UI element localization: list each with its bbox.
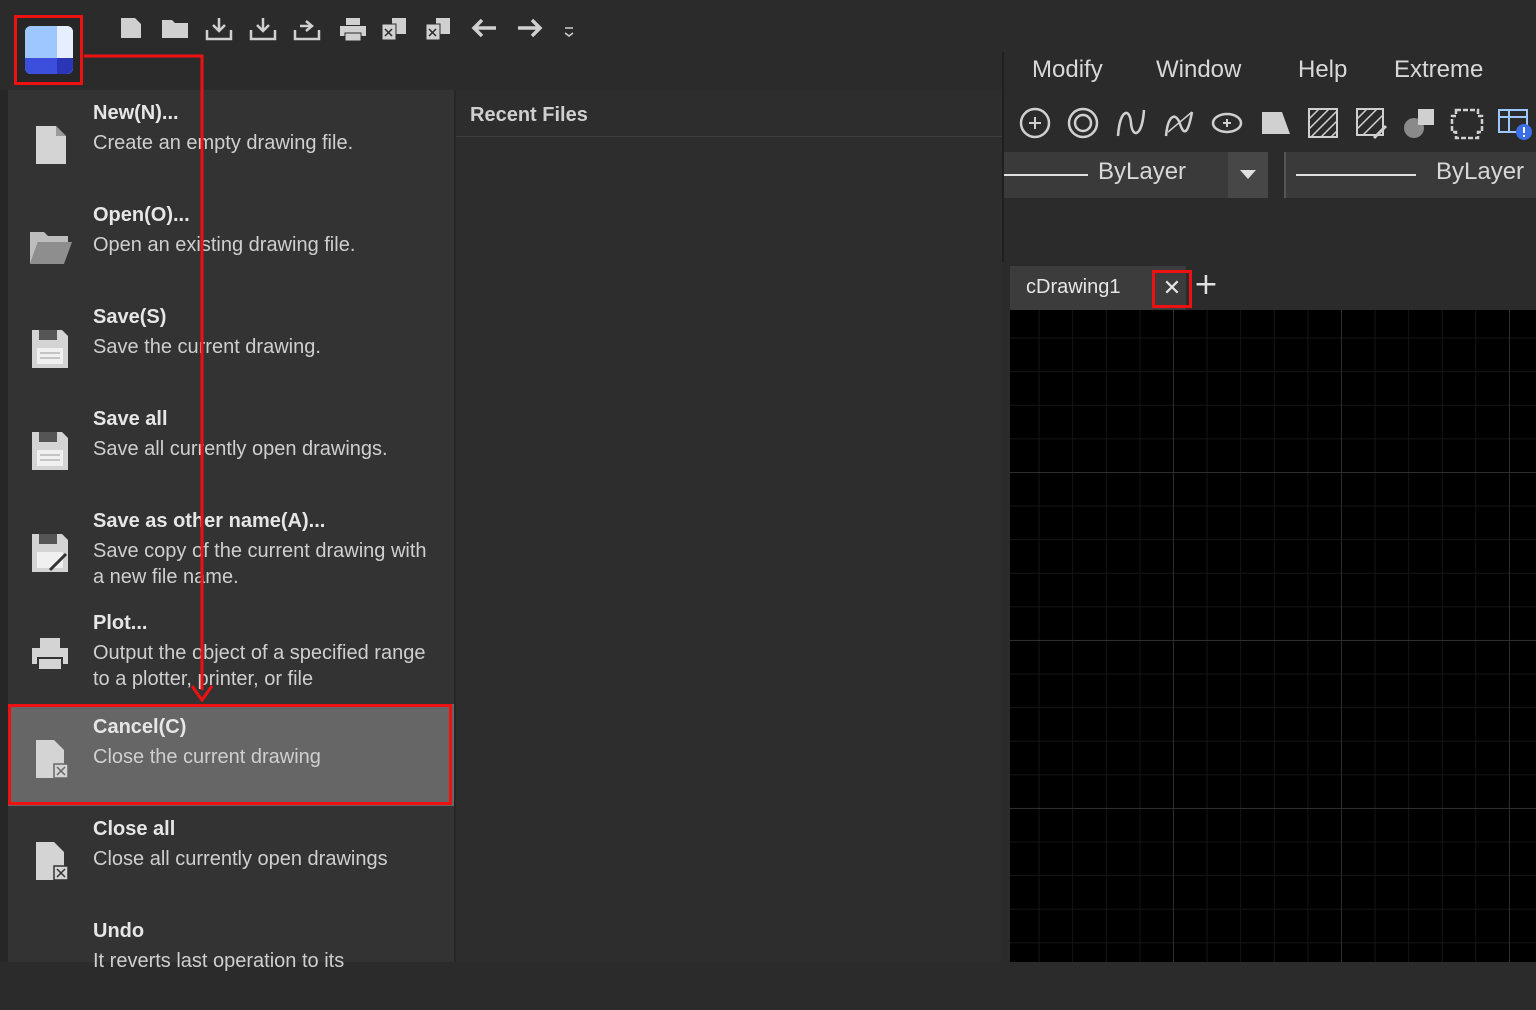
print-icon[interactable]: [338, 14, 368, 44]
lineweight-value: ByLayer: [1436, 158, 1525, 185]
printer-icon: [28, 632, 72, 676]
recent-files-title: Recent Files: [470, 104, 588, 126]
hatch-icon[interactable]: [1304, 104, 1342, 142]
application-menu: New(N)... Create an empty drawing file. …: [8, 90, 456, 972]
document-tab-bar: cDrawing1 ✕ +: [1004, 262, 1536, 310]
menu-item-save-all[interactable]: Save all Save all currently open drawing…: [8, 396, 454, 498]
recent-files-header: Recent Files: [456, 90, 1002, 137]
tab-drawing[interactable]: cDrawing1 ✕: [1010, 266, 1192, 310]
region-icon[interactable]: [1256, 104, 1294, 142]
ellipse-icon[interactable]: [1208, 104, 1246, 142]
menu-window[interactable]: Window: [1156, 56, 1241, 84]
hatch-edit-icon[interactable]: [1352, 104, 1390, 142]
menu-item-save[interactable]: Save(S) Save the current drawing.: [8, 294, 454, 396]
menu-item-title: Save as other name(A)...: [93, 510, 326, 532]
menu-help[interactable]: Help: [1298, 56, 1347, 84]
highlight-box: [8, 704, 452, 805]
close-all-icon[interactable]: [424, 14, 454, 44]
menu-extreme[interactable]: Extreme: [1394, 56, 1483, 84]
menu-item-title: Undo: [93, 920, 145, 942]
new-file-icon: [28, 122, 72, 166]
menu-item-save-as[interactable]: Save as other name(A)... Save copy of th…: [8, 498, 454, 600]
app-logo-icon: [25, 26, 73, 74]
menu-item-title: Plot...: [93, 612, 148, 634]
boundary-icon[interactable]: [1448, 104, 1486, 142]
close-file-icon[interactable]: [380, 14, 410, 44]
menu-item-undo[interactable]: Undo It reverts last operation to its: [8, 908, 454, 1010]
table-icon[interactable]: [1496, 104, 1534, 142]
new-file-icon[interactable]: [116, 14, 146, 44]
menu-item-description: Open an existing drawing file.: [93, 234, 356, 256]
donut-icon[interactable]: [1064, 104, 1102, 142]
save-as-icon: [28, 530, 72, 574]
menu-item-new[interactable]: New(N)... Create an empty drawing file.: [8, 90, 454, 192]
menu-item-description: It reverts last operation to its: [93, 950, 345, 972]
gradient-icon[interactable]: [1400, 104, 1438, 142]
menu-item-description: Create an empty drawing file.: [93, 132, 354, 154]
chevron-down-icon[interactable]: [1228, 152, 1268, 198]
drawing-canvas[interactable]: [1010, 310, 1536, 962]
open-folder-icon: [28, 224, 72, 268]
menu-modify[interactable]: Modify: [1032, 56, 1103, 84]
menu-item-title: Open(O)...: [93, 204, 190, 226]
save-all-icon: [28, 428, 72, 472]
menu-item-description: Close all currently open drawings: [93, 848, 388, 870]
redo-arrow-icon[interactable]: [514, 14, 544, 44]
menu-item-description: Save the current drawing.: [93, 336, 321, 358]
menu-item-title: New(N)...: [93, 102, 179, 124]
menu-item-description: Output the object of a specified range t…: [93, 642, 426, 690]
linetype-dropdown[interactable]: ByLayer: [1004, 152, 1268, 198]
save-all-icon[interactable]: [248, 14, 278, 44]
menu-item-title: Close all: [93, 818, 176, 840]
customize-toolbar-icon[interactable]: [554, 22, 584, 52]
left-edge: [0, 90, 8, 962]
application-menu-button[interactable]: [14, 15, 83, 85]
linetype-value: ByLayer: [1098, 158, 1187, 185]
recent-files-panel: Recent Files: [456, 90, 1002, 962]
ribbon: Modify Window Help Extreme ByLayer ByLay…: [1002, 52, 1536, 262]
spline-edit-icon[interactable]: [1160, 104, 1198, 142]
lineweight-dropdown[interactable]: ByLayer: [1284, 152, 1536, 198]
save-disk-icon: [28, 326, 72, 370]
tab-label: cDrawing1: [1026, 276, 1121, 298]
menu-item-close-all[interactable]: Close all Close all currently open drawi…: [8, 806, 454, 908]
menu-item-plot[interactable]: Plot... Output the object of a specified…: [8, 600, 454, 702]
save-icon[interactable]: [204, 14, 234, 44]
menu-item-description: Save copy of the current drawing with a …: [93, 540, 427, 588]
menu-item-title: Save all: [93, 408, 168, 430]
undo-arrow-icon[interactable]: [470, 14, 500, 44]
add-tab-icon[interactable]: +: [1192, 270, 1220, 302]
save-as-icon[interactable]: [292, 14, 322, 44]
open-folder-icon[interactable]: [160, 14, 190, 44]
menu-item-description: Save all currently open drawings.: [93, 438, 388, 460]
title-bar: [0, 0, 1536, 85]
circle-center-icon[interactable]: [1016, 104, 1054, 142]
menu-item-title: Save(S): [93, 306, 167, 328]
menu-item-open[interactable]: Open(O)... Open an existing drawing file…: [8, 192, 454, 294]
close-all-icon: [28, 838, 72, 882]
spline-icon[interactable]: [1112, 104, 1150, 142]
close-icon[interactable]: ✕: [1152, 270, 1192, 308]
